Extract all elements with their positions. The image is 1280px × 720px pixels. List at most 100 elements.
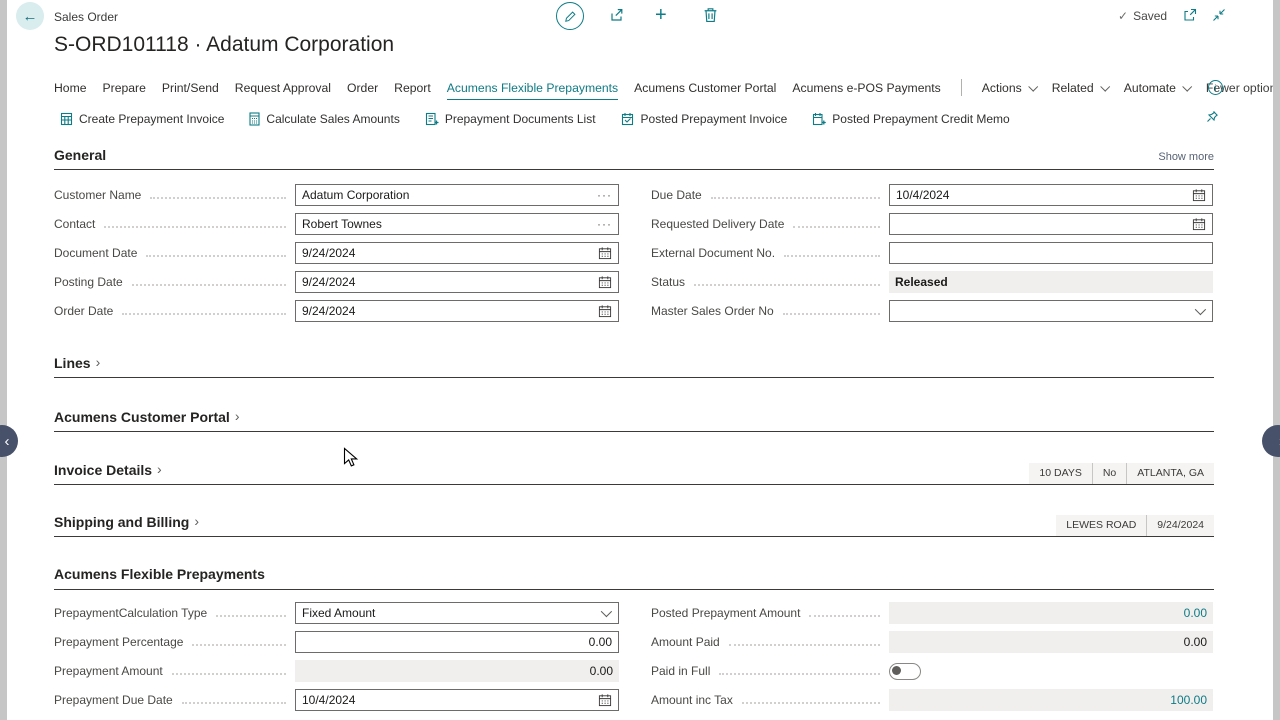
prepayment-documents-list-button[interactable]: Prepayment Documents List <box>425 112 596 126</box>
calendar-icon[interactable] <box>1192 188 1206 202</box>
tab-home[interactable]: Home <box>54 78 87 98</box>
shipping-billing-summary-badges: LEWES ROAD 9/24/2024 <box>1056 515 1214 536</box>
customer-portal-section-header[interactable]: Acumens Customer Portal› <box>54 409 1214 432</box>
breadcrumb: Sales Order <box>54 10 118 24</box>
calendar-icon[interactable] <box>598 693 612 707</box>
action-label: Calculate Sales Amounts <box>266 112 399 126</box>
field-amount-paid: Amount Paid 0.00 <box>651 631 1213 653</box>
field-label: Posted Prepayment Amount <box>651 606 800 620</box>
dotted-leader <box>742 702 880 704</box>
dotted-leader <box>172 673 286 675</box>
due-date-input[interactable] <box>896 188 1192 202</box>
field-label: Amount Paid <box>651 635 720 649</box>
delete-button[interactable] <box>703 7 718 28</box>
create-prepayment-invoice-button[interactable]: Create Prepayment Invoice <box>60 112 224 126</box>
master-sales-order-no-input[interactable] <box>896 304 1195 318</box>
sales-order-page: ← Sales Order + ✓ Saved S-ORD101118 · Ad… <box>0 0 1280 720</box>
tab-report[interactable]: Report <box>394 78 431 98</box>
posted-invoice-icon <box>621 112 635 126</box>
chevron-down-icon[interactable] <box>1195 304 1206 315</box>
chevron-right-icon: › <box>157 461 162 477</box>
tab-print-send[interactable]: Print/Send <box>162 78 219 98</box>
info-button[interactable]: i <box>1208 80 1223 95</box>
posted-prepayment-amount-value: 0.00 <box>889 602 1213 624</box>
share-button[interactable] <box>609 7 625 28</box>
scroll-left-button[interactable]: ‹ <box>0 425 18 457</box>
actions-menu[interactable]: Actions <box>982 81 1036 95</box>
external-document-no-input[interactable] <box>896 246 1206 260</box>
collapse-view-button[interactable] <box>1212 8 1226 27</box>
calculation-type-input[interactable] <box>302 606 601 620</box>
calendar-icon[interactable] <box>598 275 612 289</box>
customer-name-input[interactable] <box>302 188 597 202</box>
invoice-details-section-title: Invoice Details <box>54 462 152 478</box>
plus-icon: + <box>655 4 667 26</box>
prepayment-due-date-input[interactable] <box>302 693 598 707</box>
drilldown-amount[interactable]: 0.00 <box>1184 606 1207 620</box>
paid-in-full-toggle[interactable] <box>889 663 921 680</box>
dotted-leader <box>122 313 286 315</box>
posting-date-input[interactable] <box>302 275 598 289</box>
amount-inc-tax-value: 100.00 <box>889 689 1213 711</box>
requested-delivery-date-input[interactable] <box>896 217 1192 231</box>
ship-to-badge: LEWES ROAD <box>1056 515 1146 536</box>
prepayment-percentage-input[interactable] <box>302 635 612 649</box>
lines-section-header[interactable]: Lines› <box>54 355 1214 378</box>
field-label: Posting Date <box>54 275 123 289</box>
actions-menu-label: Actions <box>982 81 1022 95</box>
external-document-no-control <box>889 242 1213 264</box>
posted-prepayment-credit-memo-button[interactable]: Posted Prepayment Credit Memo <box>812 112 1009 126</box>
scroll-right-button[interactable]: › <box>1262 425 1280 457</box>
calendar-icon[interactable] <box>598 246 612 260</box>
dotted-leader <box>783 313 880 315</box>
tab-acumens-flexible-prepayments[interactable]: Acumens Flexible Prepayments <box>447 78 618 100</box>
page-title: S-ORD101118 · Adatum Corporation <box>54 32 394 58</box>
field-requested-delivery-date: Requested Delivery Date <box>651 213 1213 235</box>
left-edge-strip <box>0 0 7 720</box>
open-in-window-button[interactable] <box>1183 8 1197 27</box>
calendar-icon[interactable] <box>1192 217 1206 231</box>
drilldown-amount[interactable]: 100.00 <box>1170 693 1207 707</box>
invoice-details-section-header[interactable]: Invoice Details› 10 DAYS No ATLANTA, GA <box>54 462 1214 485</box>
assist-edit-icon[interactable]: ··· <box>597 217 612 231</box>
calendar-icon[interactable] <box>598 304 612 318</box>
edit-button[interactable] <box>556 2 584 30</box>
chevron-left-icon: ‹ <box>5 433 10 450</box>
chevron-right-icon: › <box>96 354 101 370</box>
chevron-down-icon[interactable] <box>601 606 612 617</box>
tab-order[interactable]: Order <box>347 78 378 98</box>
tab-request-approval[interactable]: Request Approval <box>235 78 331 98</box>
field-paid-in-full: Paid in Full <box>651 660 1213 682</box>
tab-acumens-customer-portal[interactable]: Acumens Customer Portal <box>634 78 776 98</box>
order-date-input[interactable] <box>302 304 598 318</box>
new-button[interactable]: + <box>655 4 667 27</box>
prepayments-right-column: Posted Prepayment Amount 0.00 Amount Pai… <box>651 602 1213 718</box>
field-amount-inc-tax: Amount inc Tax 100.00 <box>651 689 1213 711</box>
credit-memo-icon <box>812 112 826 126</box>
prepayments-section-title: Acumens Flexible Prepayments <box>54 566 265 582</box>
related-menu[interactable]: Related <box>1052 81 1108 95</box>
field-label: Paid in Full <box>651 664 710 678</box>
pin-actions-button[interactable] <box>1206 110 1219 128</box>
posted-prepayment-invoice-button[interactable]: Posted Prepayment Invoice <box>621 112 788 126</box>
show-more-link[interactable]: Show more <box>1158 151 1214 163</box>
back-button[interactable]: ← <box>16 2 44 30</box>
document-date-input[interactable] <box>302 246 598 260</box>
readonly-amount: 0.00 <box>590 664 613 678</box>
customer-name-control: ··· <box>295 184 619 206</box>
calculate-sales-amounts-button[interactable]: Calculate Sales Amounts <box>249 112 399 126</box>
field-external-document-no: External Document No. <box>651 242 1213 264</box>
automate-menu[interactable]: Automate <box>1124 81 1190 95</box>
shipping-billing-section-header[interactable]: Shipping and Billing› LEWES ROAD 9/24/20… <box>54 514 1214 537</box>
requested-delivery-date-control <box>889 213 1213 235</box>
field-label: Prepayment Amount <box>54 664 163 678</box>
tab-prepare[interactable]: Prepare <box>103 78 146 98</box>
invoice-document-icon <box>60 112 73 126</box>
contact-input[interactable] <box>302 217 597 231</box>
tab-acumens-epos-payments[interactable]: Acumens e-POS Payments <box>792 78 940 98</box>
field-label: Contact <box>54 217 95 231</box>
action-label: Prepayment Documents List <box>445 112 596 126</box>
assist-edit-icon[interactable]: ··· <box>597 188 612 202</box>
field-label: Due Date <box>651 188 702 202</box>
field-order-date: Order Date <box>54 300 619 322</box>
